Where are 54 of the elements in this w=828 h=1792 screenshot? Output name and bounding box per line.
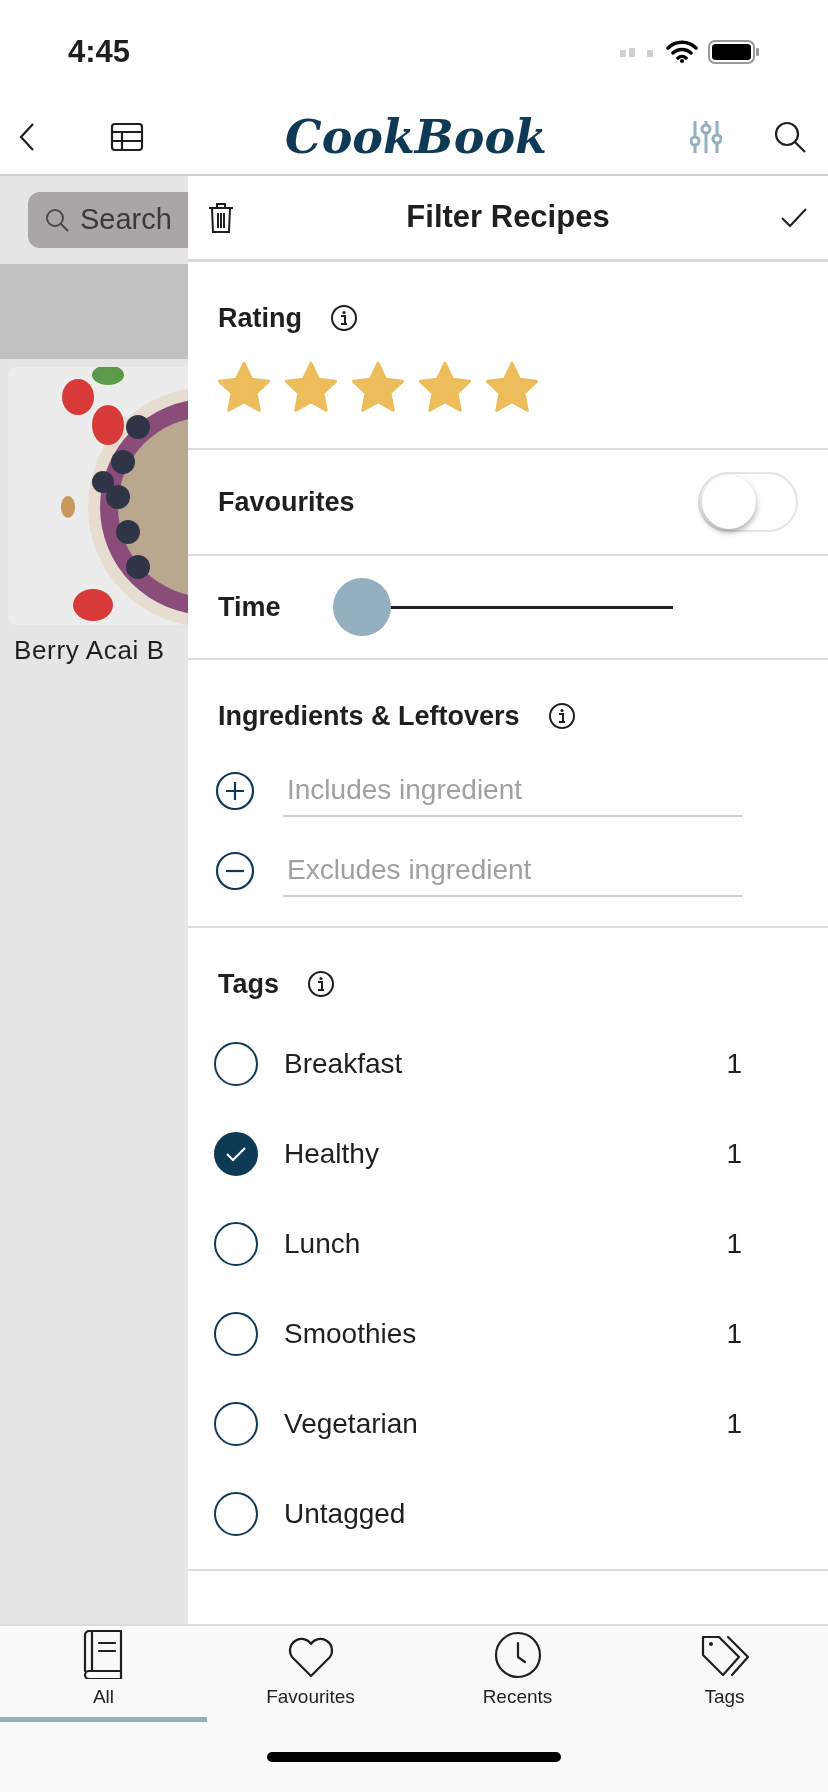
trash-icon [208,201,234,234]
tag-checkbox[interactable] [214,1401,258,1446]
tag-label: Breakfast [284,1046,404,1081]
section-label: Rating [218,302,302,335]
tag-label: Smoothies [284,1316,418,1351]
search-field[interactable]: Search [28,192,188,248]
panel-title: Filter Recipes [405,198,611,237]
checkmark-icon [780,206,808,229]
tab[interactable]: All [0,1626,207,1722]
section-label: Tags [218,968,279,1001]
search-icon [773,120,807,154]
slider-thumb[interactable] [333,578,391,636]
plus-circle-icon[interactable] [215,770,255,811]
tag-checkbox[interactable] [214,1131,258,1176]
tag-label: Lunch [284,1226,362,1261]
section-label: Ingredients & Leftovers [218,700,520,733]
info-icon[interactable] [307,970,335,999]
status-time: 4:45 [68,32,131,71]
confirm-button[interactable] [778,206,808,229]
checkmark-icon [225,1145,247,1162]
table-icon [110,122,144,152]
app-logo: CookBook [285,114,547,160]
time-slider[interactable] [333,578,673,636]
tag-count: 1 [726,1406,742,1441]
search-icon [44,207,70,233]
minus-circle-icon[interactable] [215,850,255,891]
sliders-icon [690,119,722,155]
tag-checkbox[interactable] [214,1221,258,1266]
tag-label: Untagged [284,1496,407,1531]
tab[interactable]: Favourites [207,1626,414,1722]
tag-count: 1 [726,1136,742,1171]
tag-count: 1 [726,1046,742,1081]
section-label: Time [218,590,282,624]
tag-label: Healthy [284,1136,380,1171]
tab[interactable]: Tags [621,1626,828,1722]
ingredient-field[interactable]: Includes ingredient [283,764,743,817]
tag-checkbox[interactable] [214,1041,258,1086]
clock-icon [493,1630,542,1679]
info-icon[interactable] [547,702,576,731]
tag-checkbox[interactable] [214,1491,258,1536]
tag-checkbox[interactable] [214,1311,258,1356]
tag-count: 1 [726,1226,742,1261]
section-label: Favourites [218,485,355,519]
favourites-toggle[interactable] [698,472,798,532]
battery-icon [708,40,760,64]
tab[interactable]: Recents [414,1626,621,1722]
signal-icon [620,46,656,58]
recipe-title: Berry Acai B [13,634,166,667]
tag-count: 1 [726,1316,742,1351]
wifi-icon [666,40,698,64]
back-icon [18,122,36,152]
info-icon[interactable] [330,304,358,333]
ingredient-field[interactable]: Excludes ingredient [283,844,743,897]
tag-label: Vegetarian [284,1406,419,1441]
